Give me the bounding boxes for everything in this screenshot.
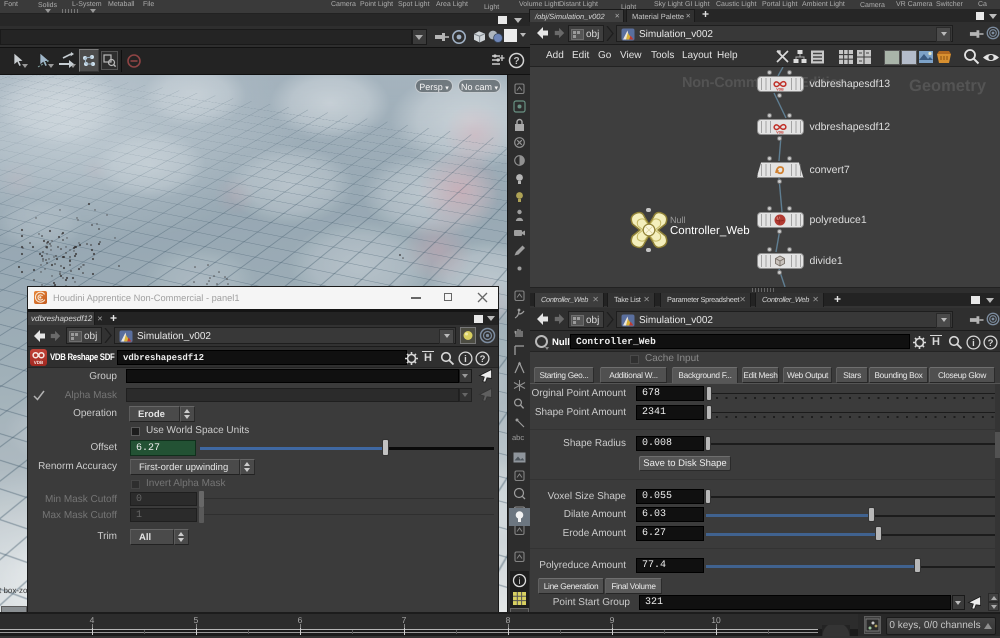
svg-text:VDB: VDB bbox=[776, 130, 784, 134]
svg-text:i: i bbox=[464, 354, 467, 365]
svg-text:?: ? bbox=[513, 56, 519, 67]
svg-text:i: i bbox=[519, 576, 521, 586]
svg-text:VDB: VDB bbox=[34, 360, 44, 365]
svg-text:i: i bbox=[972, 338, 975, 349]
svg-text:?: ? bbox=[988, 338, 994, 349]
svg-text:?: ? bbox=[480, 354, 486, 365]
svg-text:VDB: VDB bbox=[776, 87, 784, 91]
